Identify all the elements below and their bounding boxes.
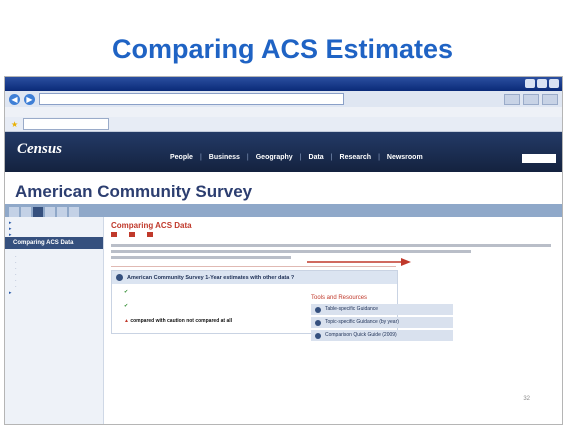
browser-tab[interactable] <box>23 118 110 130</box>
mail-icon <box>147 232 153 238</box>
slide-title: Comparing ACS Estimates <box>111 34 454 64</box>
close-icon[interactable] <box>549 79 559 88</box>
slide-number: 32 <box>523 396 530 402</box>
nav-business[interactable]: Business <box>209 154 240 161</box>
browser-screenshot: ◀ ▶ ★ Census People | Business | Geograp… <box>4 76 563 425</box>
contact-link[interactable] <box>147 232 155 238</box>
compare-section-label <box>111 266 396 267</box>
page-tools <box>111 232 556 238</box>
nav-people[interactable]: People <box>170 154 193 161</box>
tool-link-table-guidance[interactable]: Table-specific Guidance <box>311 304 453 315</box>
print-icon <box>111 232 117 238</box>
browser-titlebar <box>5 77 562 91</box>
stop-icon[interactable] <box>523 93 539 105</box>
back-button[interactable]: ◀ <box>9 93 20 105</box>
maximize-icon[interactable] <box>537 79 547 88</box>
nav-research[interactable]: Research <box>340 154 372 161</box>
census-logo[interactable]: Census <box>17 141 62 158</box>
window-controls <box>525 79 559 88</box>
warning-icon: ▲ <box>124 318 129 324</box>
address-bar: ◀ ▶ <box>5 91 562 107</box>
share-link[interactable] <box>129 232 137 238</box>
tool-link-topic-guidance[interactable]: Topic-specific Guidance (by year) <box>311 317 453 328</box>
url-field[interactable] <box>39 93 344 105</box>
print-link[interactable] <box>111 232 119 238</box>
share-icon <box>129 232 135 238</box>
star-icon[interactable]: ★ <box>11 120 18 129</box>
sidebar-item-active[interactable]: Comparing ACS Data <box>5 237 103 249</box>
bullet-icon <box>315 319 321 326</box>
tab-methodology[interactable] <box>57 207 67 217</box>
tools-resources-panel: Tools and Resources Table-specific Guida… <box>311 295 453 343</box>
tab-main[interactable] <box>9 207 19 217</box>
favorites-bar: ★ <box>5 117 562 132</box>
refresh-icon[interactable] <box>504 93 520 105</box>
sidebar-item[interactable] <box>5 229 103 238</box>
menu-bar <box>5 107 562 117</box>
address-actions <box>504 93 558 105</box>
checkmark-icon: ✔ <box>124 289 129 295</box>
minimize-icon[interactable] <box>525 79 535 88</box>
nav-newsroom[interactable]: Newsroom <box>387 154 423 161</box>
breadcrumb <box>5 172 562 180</box>
page-content: Comparing ACS Data Comparing ACS Data <box>5 217 562 424</box>
intro-paragraph <box>111 244 556 259</box>
bullet-icon <box>315 332 321 339</box>
tools-panel-title: Tools and Resources <box>311 295 368 301</box>
compare-box-heading[interactable]: American Community Survey 1-Year estimat… <box>112 271 397 284</box>
sidebar-item[interactable] <box>5 287 103 296</box>
site-tabs <box>5 204 562 217</box>
search-icon[interactable] <box>542 93 558 105</box>
section-heading: Comparing ACS Data <box>111 221 192 230</box>
site-search-input[interactable] <box>522 154 556 163</box>
tab-guidance[interactable] <box>33 207 43 217</box>
main-nav: People | Business | Geography | Data | Resea… <box>170 154 423 161</box>
nav-data[interactable]: Data <box>309 154 324 161</box>
tab-about[interactable] <box>21 207 31 217</box>
expand-icon <box>116 274 123 281</box>
checkmark-icon: ✔ <box>124 303 129 309</box>
census-header: Census People | Business | Geography | Data… <box>5 132 562 172</box>
forward-button[interactable]: ▶ <box>24 93 35 105</box>
tab-data[interactable] <box>45 207 55 217</box>
sidebar: Comparing ACS Data <box>5 217 104 424</box>
presentation-slide: Comparing ACS Estimates ◀ ▶ ★ Census Peo… <box>0 0 565 427</box>
tool-link-quick-guide[interactable]: Comparison Quick Guide (2009) <box>311 330 453 341</box>
page-title: American Community Survey <box>15 182 253 201</box>
bullet-icon <box>315 306 321 313</box>
tab-library[interactable] <box>69 207 79 217</box>
annotation-arrow <box>307 258 411 266</box>
nav-geography[interactable]: Geography <box>256 154 293 161</box>
